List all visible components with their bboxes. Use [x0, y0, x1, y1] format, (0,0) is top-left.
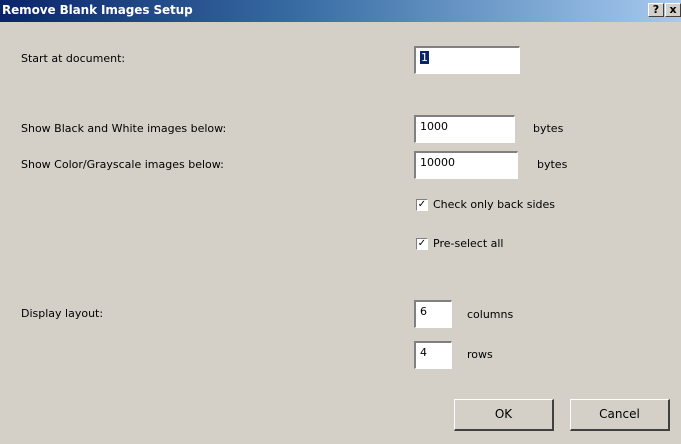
bw-unit-label: bytes: [533, 122, 564, 135]
bw-threshold-input[interactable]: 1000: [414, 115, 515, 143]
preselect-label[interactable]: Pre-select all: [433, 237, 504, 250]
rows-input[interactable]: 4: [414, 341, 452, 369]
color-threshold-label: Show Color/Grayscale images below:: [21, 158, 224, 171]
dialog-title: Remove Blank Images Setup: [2, 3, 193, 17]
columns-input[interactable]: 6: [414, 300, 452, 328]
back-sides-label[interactable]: Check only back sides: [433, 198, 555, 211]
start-document-value: 1: [420, 51, 429, 64]
help-icon[interactable]: ?: [648, 3, 664, 17]
ok-button[interactable]: OK: [454, 399, 554, 431]
columns-unit-label: columns: [467, 308, 514, 321]
back-sides-checkbox[interactable]: ✓: [416, 199, 428, 211]
cancel-button[interactable]: Cancel: [570, 399, 670, 431]
setup-dialog: Remove Blank Images Setup ? x Start at d…: [0, 0, 681, 444]
rows-unit-label: rows: [467, 348, 493, 361]
close-icon[interactable]: x: [665, 3, 681, 17]
title-bar[interactable]: Remove Blank Images Setup ? x: [0, 0, 681, 22]
color-unit-label: bytes: [537, 158, 568, 171]
color-threshold-input[interactable]: 10000: [414, 151, 518, 179]
preselect-checkbox[interactable]: ✓: [416, 238, 428, 250]
start-document-input[interactable]: 1: [414, 46, 520, 74]
display-layout-label: Display layout:: [21, 307, 104, 320]
start-document-label: Start at document:: [21, 52, 126, 65]
bw-threshold-label: Show Black and White images below:: [21, 122, 227, 135]
